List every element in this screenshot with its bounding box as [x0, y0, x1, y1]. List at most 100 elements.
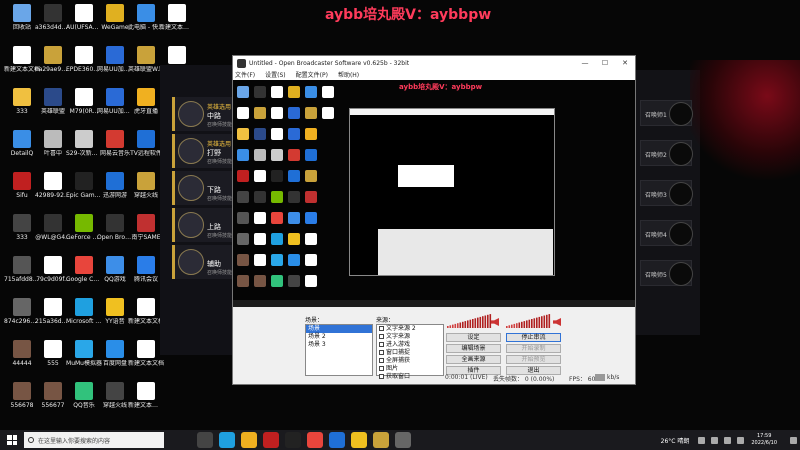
- obs-button[interactable]: 开始录制: [506, 344, 561, 353]
- start-button[interactable]: [0, 430, 24, 450]
- scenes-list[interactable]: 场景 场景 2 场景 3: [305, 324, 373, 376]
- preview-desktop-icon: [288, 191, 300, 203]
- obs-titlebar[interactable]: Untitled - Open Broadcaster Software v0.…: [233, 56, 635, 70]
- summoner-slot[interactable]: 召唤师4: [640, 220, 693, 246]
- obs-button[interactable]: 全画来源: [446, 355, 501, 364]
- scene-item[interactable]: 场景: [306, 325, 372, 333]
- source-item[interactable]: 全屏捕获: [377, 357, 443, 365]
- desktop-icon[interactable]: 新建文本文档: [128, 340, 164, 367]
- app-icon: [13, 88, 31, 106]
- preview-desktop-icon: [254, 107, 266, 119]
- desktop-icon[interactable]: 南宁SAME: [128, 214, 164, 241]
- source-checkbox[interactable]: [379, 326, 384, 331]
- taskbar-app-icon[interactable]: [285, 432, 301, 448]
- taskbar-app-icon[interactable]: [219, 432, 235, 448]
- preview-desktop-icon: [305, 86, 317, 98]
- obs-button[interactable]: 编辑场景: [446, 344, 501, 353]
- obs-menu-item[interactable]: 文件(F): [235, 70, 255, 80]
- taskbar-search[interactable]: 在这里输入你要搜索的内容: [24, 432, 164, 448]
- source-label: 全屏捕获: [386, 357, 411, 364]
- summoner-slot[interactable]: 召唤师1: [640, 100, 693, 126]
- app-icon: [13, 382, 31, 400]
- preview-desktop-icon: [237, 128, 249, 140]
- role-tag: 英雄选用: [207, 141, 232, 148]
- network-icon[interactable]: [711, 436, 719, 444]
- summoner-slot[interactable]: 召唤师5: [640, 260, 693, 286]
- obs-app-icon: [237, 58, 246, 68]
- meter-bar: [516, 323, 518, 328]
- obs-button[interactable]: 设定: [446, 333, 501, 342]
- windows-icon: [7, 435, 17, 445]
- app-icon: [137, 256, 155, 274]
- summoner-slot[interactable]: 召唤师2: [640, 140, 693, 166]
- app-icon: [75, 130, 93, 148]
- desktop-icon[interactable]: 腾讯会议: [128, 256, 164, 283]
- app-icon: [13, 256, 31, 274]
- source-item[interactable]: 窗口捕捉: [377, 349, 443, 357]
- desktop-icon[interactable]: 新建文本文档 (5): [159, 4, 195, 31]
- app-icon: [44, 214, 62, 232]
- scene-item[interactable]: 场景 2: [306, 333, 372, 341]
- minimize-icon[interactable]: —: [575, 59, 595, 67]
- meter-bar: [546, 314, 548, 328]
- preview-desktop-icon: [254, 86, 266, 98]
- lobby-role-card[interactable]: 辅助 召唤师技能: [172, 245, 234, 279]
- obs-button[interactable]: 停止串流: [506, 333, 561, 342]
- source-item[interactable]: 获取窗口: [377, 373, 443, 381]
- preview-desktop-icon: [237, 149, 249, 161]
- lobby-role-card[interactable]: 下路 召唤师技能: [172, 171, 234, 205]
- meter-bar: [447, 326, 449, 328]
- source-checkbox[interactable]: [379, 350, 384, 355]
- source-checkbox[interactable]: [379, 334, 384, 339]
- taskbar-app-icon[interactable]: [395, 432, 411, 448]
- obs-menu-item[interactable]: 帮助(H): [338, 70, 359, 80]
- desktop-icon[interactable]: 穿越火线: [128, 172, 164, 199]
- obs-button[interactable]: 开始预览: [506, 355, 561, 364]
- obs-menu-item[interactable]: 设置(S): [265, 70, 286, 80]
- weather-widget[interactable]: 26°C 晴朗: [661, 436, 690, 445]
- meter-bar: [538, 316, 541, 328]
- close-icon[interactable]: ✕: [615, 59, 635, 67]
- taskbar-app-icon[interactable]: [263, 432, 279, 448]
- obs-menu-item[interactable]: 配置文件(P): [296, 70, 328, 80]
- desktop-icon[interactable]: 新建文本文档 (4): [128, 382, 164, 409]
- source-checkbox[interactable]: [379, 366, 384, 371]
- source-checkbox[interactable]: [379, 374, 384, 379]
- taskbar-apps: [194, 432, 414, 448]
- preview-desktop-icon: [254, 191, 266, 203]
- app-icon: [106, 4, 124, 22]
- summoner-slot[interactable]: 召唤师3: [640, 180, 693, 206]
- source-item[interactable]: 文字来源 2: [377, 325, 443, 333]
- preview-desktop-icon: [254, 212, 266, 224]
- ime-icon[interactable]: [737, 436, 745, 444]
- tray-chevron-icon[interactable]: [698, 436, 706, 444]
- taskbar-app-icon[interactable]: [329, 432, 345, 448]
- taskbar-app-icon[interactable]: [373, 432, 389, 448]
- scene-item[interactable]: 场景 3: [306, 341, 372, 349]
- desktop-icon[interactable]: 虎牙直播: [128, 88, 164, 115]
- lobby-role-card[interactable]: 英雄选用 中路 召唤师技能: [172, 97, 234, 131]
- taskbar-app-icon[interactable]: [307, 432, 323, 448]
- taskbar-app-icon[interactable]: [241, 432, 257, 448]
- source-checkbox[interactable]: [379, 342, 384, 347]
- sources-list[interactable]: 文字来源 2 文字来源 进入游戏 窗口捕捉 全屏捕获 图片 获取窗口: [376, 324, 444, 380]
- taskbar-app-icon[interactable]: [197, 432, 213, 448]
- desktop-icon-label: 新建文本文档: [128, 318, 164, 325]
- mic-volume-meter: [506, 314, 551, 328]
- source-checkbox[interactable]: [379, 358, 384, 363]
- preview-desktop-icon: [237, 233, 249, 245]
- desktop-icon[interactable]: TV远程软件: [128, 130, 164, 157]
- lobby-role-card[interactable]: 上路 召唤师技能: [172, 208, 234, 242]
- source-item[interactable]: 进入游戏: [377, 341, 443, 349]
- maximize-icon[interactable]: ☐: [595, 59, 615, 67]
- notification-icon[interactable]: [790, 436, 797, 444]
- taskbar-app-icon[interactable]: [351, 432, 367, 448]
- source-item[interactable]: 图片: [377, 365, 443, 373]
- preview-taskbar-strip: [233, 300, 635, 307]
- obs-window[interactable]: Untitled - Open Broadcaster Software v0.…: [232, 55, 636, 385]
- source-item[interactable]: 文字来源: [377, 333, 443, 341]
- volume-icon[interactable]: [724, 436, 732, 444]
- taskbar-clock[interactable]: 17:59 2022/6/10: [751, 433, 777, 447]
- desktop-icon[interactable]: 新建文本文档: [128, 298, 164, 325]
- lobby-role-card[interactable]: 英雄选用 打野 召唤师技能: [172, 134, 234, 168]
